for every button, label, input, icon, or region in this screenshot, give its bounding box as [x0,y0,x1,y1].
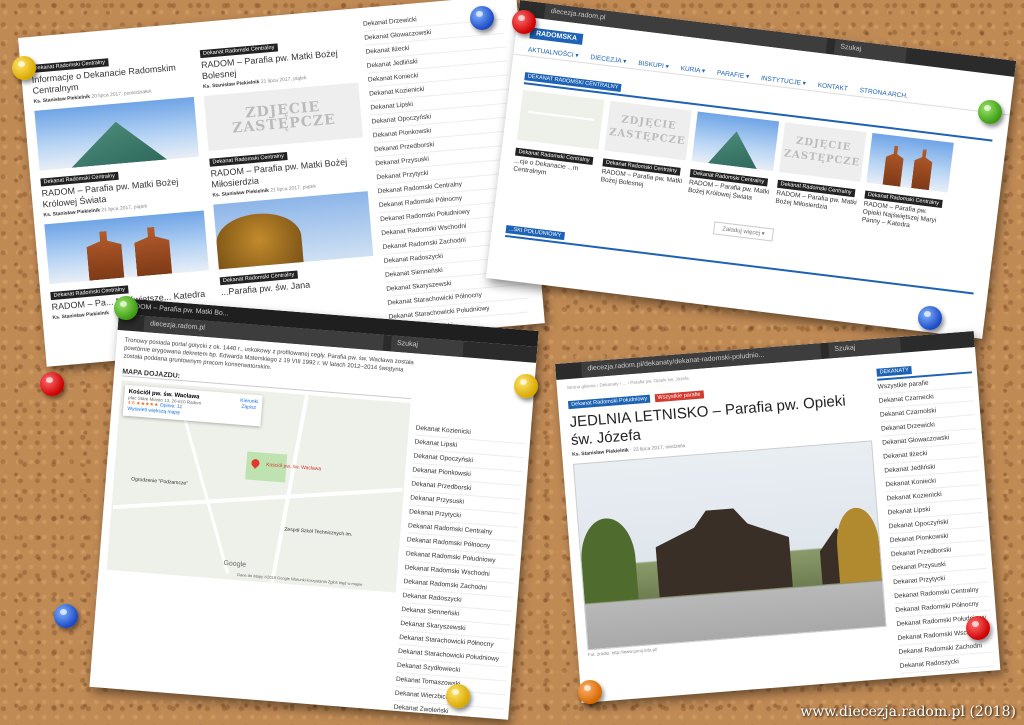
map-label: Zespół Szkół Technicznych im. [284,526,353,538]
yellow-pushpin-icon [514,374,538,398]
deanery-sidebar: Dekanat Kozienicki Dekanat Lipski Dekanat … [392,421,526,720]
nav-item[interactable]: INSTYTUCJE ▾ [761,75,807,87]
red-pushpin-icon [966,616,990,640]
article: Strona główna › Dekanaty › ... › Parafia… [567,362,887,657]
green-pushpin-icon [978,100,1002,124]
category-tag[interactable]: Wszystkie parafie [654,390,704,403]
nav-item[interactable]: BISKUPI ▾ [638,60,669,71]
nav-item[interactable]: STRONA ARCH. [859,87,908,100]
nav-item[interactable]: KURIA ▾ [680,65,705,75]
section-heading: ...SKI POŁUDNIOWY [505,225,565,241]
site-logo[interactable]: RADOMSKA [529,27,584,45]
post-card[interactable]: Dekanat Radomski Centralny ...cje o Deka… [512,90,605,191]
yellow-pushpin-icon [12,56,36,80]
sidebar-title: DEKANATY [876,366,913,377]
post-image[interactable] [213,191,374,270]
post-card[interactable]: ZDJĘCIE ZASTĘPCZE Dekanat Radomski Centr… [774,122,867,223]
green-pushpin-icon [114,296,138,320]
map-footer: Dane do Mapy ©2018 Google Warunki korzys… [236,572,363,587]
browser-search[interactable]: Szukaj [827,336,901,359]
post-card[interactable]: ZDJĘCIE ZASTĘPCZE Dekanat Radomski Centr… [599,100,692,202]
screenshot-card-2: diecezja.radom.pl Szukaj RADOMSKA AKTUAL… [485,0,1017,339]
category-tag[interactable]: Dekanat Radomski Południowy [567,394,651,410]
red-pushpin-icon [512,10,536,34]
nav-item[interactable]: KONTAKT [817,82,848,93]
post-card[interactable]: Dekanat Radomski Centralny RADOM – Paraf… [687,111,780,212]
map-info-card: Kościół pw. św. Wacława plac Stare Miast… [122,384,263,427]
placeholder-image[interactable]: ZDJĘCIE ZASTĘPCZE [203,82,363,151]
post-column-1: Dekanat Radomski Centralny Informacje o … [30,43,213,327]
save-button[interactable]: Zapisz [241,404,256,411]
map-label: Ogrodzenie "Podzamcze" [130,476,189,487]
screenshot-card-4: diecezja.radom.pl/dekanaty/dekanat-radom… [555,331,1001,703]
site-caption: www.diecezja.radom.pl (2018) [800,704,1016,720]
blue-pushpin-icon [918,306,942,330]
orange-pushpin-icon [578,680,602,704]
nav-item[interactable]: PARAFIE ▾ [717,70,750,81]
post-card[interactable]: Dekanat Radomski Centralny RADOM – Paraf… [861,132,954,234]
blue-pushpin-icon [470,6,494,30]
nav-item[interactable]: DIECEZJA ▾ [590,54,627,65]
article-body: Tronowy posiada portal gotycki z ok. 144… [106,337,414,593]
yellow-pushpin-icon [446,684,470,708]
load-more-button[interactable]: Załaduj więcej ▾ [712,221,775,242]
blue-pushpin-icon [54,604,78,628]
nav-item[interactable]: AKTUALNOŚCI ▾ [528,46,579,59]
church-photo[interactable] [572,440,887,651]
post-column-2: Dekanat Radomski Centralny RADOM – Paraf… [199,29,376,299]
screenshot-card-3: RADOM – Parafia pw. Matki Bo... diecezja… [89,298,539,720]
red-pushpin-icon [40,372,64,396]
post-image[interactable] [44,210,209,285]
post-image[interactable] [34,96,200,171]
embedded-map[interactable]: Kościół pw. św. Wacława Ogrodzenie "Podz… [106,380,411,593]
